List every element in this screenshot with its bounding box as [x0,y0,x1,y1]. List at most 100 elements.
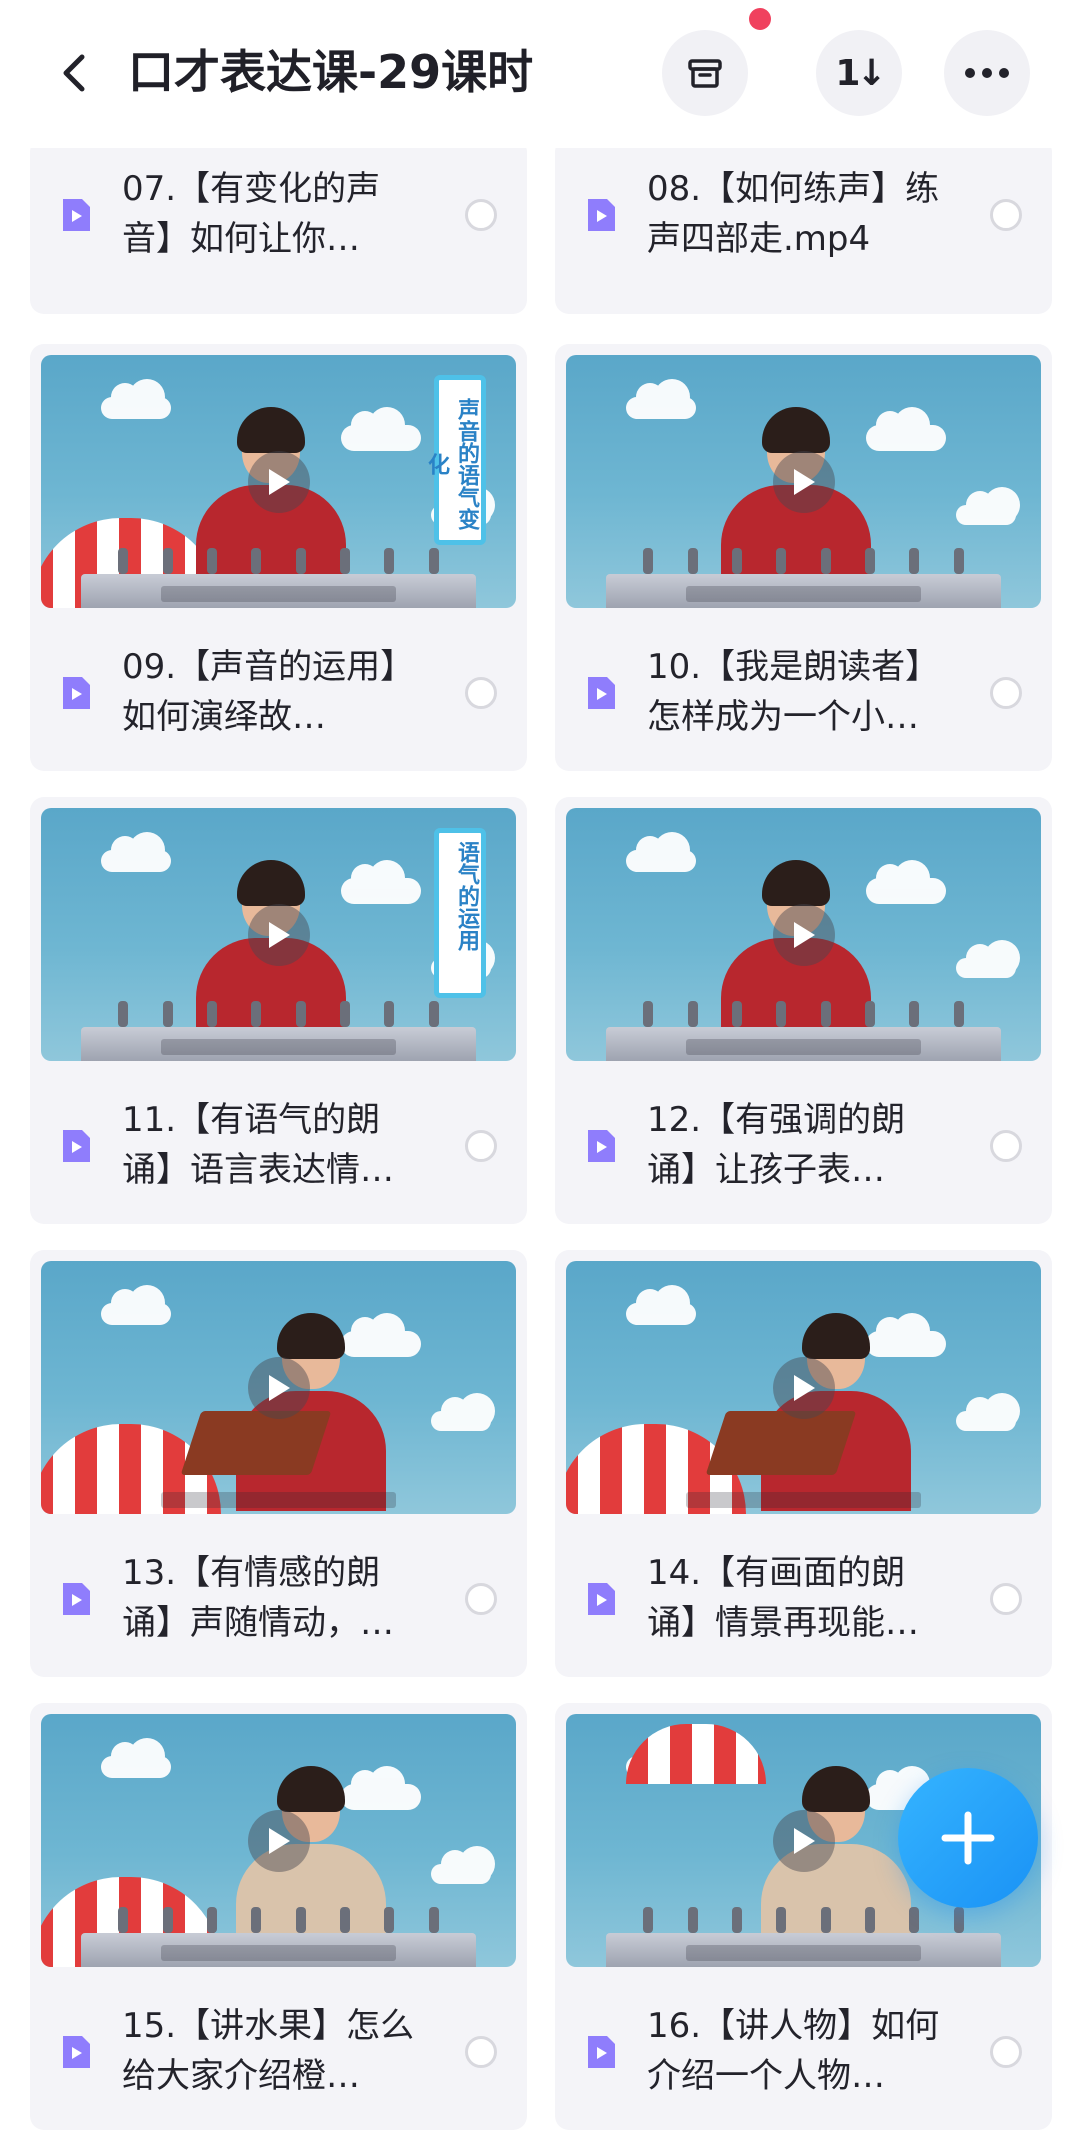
file-card[interactable]: 语气的运用 11.【有语气的朗诵】语言表达情… [30,797,527,1224]
video-thumbnail[interactable]: 语气的运用 [41,808,516,1061]
file-name: 15.【讲水果】怎么给大家介绍橙… [122,2006,415,2096]
file-name: 12.【有强调的朗诵】让孩子表… [647,1100,906,1190]
microphone-decoration [909,1001,920,1027]
video-file-icon [63,1130,90,1162]
cloud-decoration [626,832,696,872]
play-button[interactable] [247,1809,310,1872]
file-info: 12.【有强调的朗诵】让孩子表… [555,1091,1052,1201]
microphone-decoration [206,1907,217,1933]
play-button[interactable] [772,1809,835,1872]
microphone-decoration [384,1907,395,1933]
back-button[interactable] [40,38,110,108]
teacher-figure [237,860,305,906]
sort-button[interactable]: 1↓ [816,30,902,116]
microphones-decoration [626,544,981,574]
file-info: 09.【声音的运用】如何演绎故… [30,638,527,748]
teacher-figure [277,1766,345,1812]
file-card[interactable]: 16.【讲人物】如何介绍一个人物… [555,1703,1052,2130]
file-card[interactable]: 07.【有变化的声音】如何让你… [30,148,527,314]
select-radio[interactable] [990,1583,1022,1615]
file-card[interactable]: 08.【如何练声】练声四部走.mp4 [555,148,1052,314]
microphone-decoration [206,548,217,574]
file-card[interactable]: 15.【讲水果】怎么给大家介绍橙… [30,1703,527,2130]
video-file-icon [63,2036,90,2068]
video-thumbnail[interactable] [566,808,1041,1061]
microphone-decoration [428,1001,439,1027]
play-button[interactable] [247,450,310,513]
microphone-decoration [295,1907,306,1933]
file-name: 13.【有情感的朗诵】声随情动，… [122,1553,394,1643]
microphone-decoration [953,548,964,574]
select-radio[interactable] [990,2036,1022,2068]
microphone-decoration [865,548,876,574]
microphone-decoration [820,1001,831,1027]
file-card[interactable]: 12.【有强调的朗诵】让孩子表… [555,797,1052,1224]
file-info: 10.【我是朗读者】怎样成为一个小… [555,638,1052,748]
select-radio[interactable] [465,1583,497,1615]
cloud-decoration [101,1285,171,1325]
select-radio[interactable] [465,2036,497,2068]
video-thumbnail[interactable] [41,1261,516,1514]
file-card[interactable]: 13.【有情感的朗诵】声随情动，… [30,1250,527,1677]
video-file-icon [63,1583,90,1615]
cloud-decoration [866,860,946,904]
file-card[interactable]: 声音的语气变化 09.【声音的运用】如何演绎故… [30,344,527,771]
teacher-figure [802,1766,870,1812]
play-button[interactable] [772,1356,835,1419]
add-button[interactable] [898,1768,1038,1908]
microphone-decoration [384,1001,395,1027]
archive-button[interactable] [662,30,748,116]
play-icon [268,921,290,948]
archive-box-icon [688,59,722,88]
select-radio[interactable] [990,199,1022,231]
file-info: 14.【有画面的朗诵】情景再现能… [555,1544,1052,1654]
plus-icon [941,1811,995,1865]
microphone-decoration [953,1907,964,1933]
file-info: 16.【讲人物】如何介绍一个人物… [555,1997,1052,2107]
microphones-decoration [626,997,981,1027]
microphone-decoration [687,548,698,574]
page-title: 口才表达课-29课时 [128,45,534,99]
cloud-decoration [431,1393,495,1431]
select-radio[interactable] [990,677,1022,709]
file-name: 08.【如何练声】练声四部走.mp4 [647,169,940,259]
file-name: 10.【我是朗读者】怎样成为一个小… [647,647,940,737]
microphone-decoration [909,1907,920,1933]
microphone-decoration [162,1001,173,1027]
video-thumbnail[interactable] [41,1714,516,1967]
select-radio[interactable] [465,199,497,231]
microphone-decoration [776,1001,787,1027]
file-card[interactable]: 10.【我是朗读者】怎样成为一个小… [555,344,1052,771]
microphone-decoration [865,1001,876,1027]
microphone-decoration [731,548,742,574]
cloud-decoration [431,1846,495,1884]
microphone-decoration [820,548,831,574]
play-icon [268,1827,290,1854]
microphone-decoration [428,1907,439,1933]
select-radio[interactable] [465,1130,497,1162]
microphone-decoration [118,1907,129,1933]
microphone-decoration [643,548,654,574]
file-info: 08.【如何练声】练声四部走.mp4 [555,160,1052,270]
cloud-decoration [956,1393,1020,1431]
cloud-decoration [866,407,946,451]
video-thumbnail[interactable] [566,355,1041,608]
play-button[interactable] [772,450,835,513]
play-button[interactable] [247,903,310,966]
select-radio[interactable] [465,677,497,709]
play-button[interactable] [247,1356,310,1419]
video-thumbnail[interactable] [566,1261,1041,1514]
video-thumbnail[interactable]: 声音的语气变化 [41,355,516,608]
microphone-decoration [731,1907,742,1933]
more-options-button[interactable] [944,30,1030,116]
microphone-decoration [118,548,129,574]
select-radio[interactable] [990,1130,1022,1162]
play-icon [793,921,815,948]
file-card[interactable]: 14.【有画面的朗诵】情景再现能… [555,1250,1052,1677]
file-name: 16.【讲人物】如何介绍一个人物… [647,2006,940,2096]
teacher-figure [237,407,305,453]
microphone-decoration [251,548,262,574]
play-button[interactable] [772,903,835,966]
microphone-decoration [953,1001,964,1027]
subtitle-bar [686,1945,921,1961]
